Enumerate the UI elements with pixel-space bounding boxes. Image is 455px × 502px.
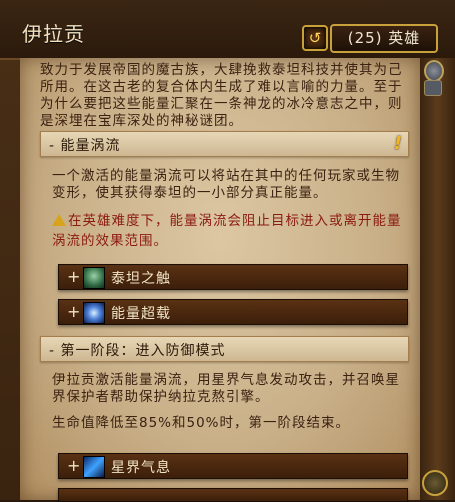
section-body: 伊拉贡激活能量涡流，用星界气息发动攻击，并召唤星界保护者帮助保护纳拉克熬引擎。 bbox=[52, 372, 400, 405]
section-header-phase-one[interactable]: - 第一阶段：进入防御模式 bbox=[40, 336, 409, 362]
ability-name: 能量超载 bbox=[111, 306, 171, 322]
celestial-breath-icon bbox=[83, 456, 105, 478]
warning-text: 在英雄难度下，能量涡流会阻止目标进入或离开能量涡流的效果范围。 bbox=[52, 213, 402, 249]
ability-celestial-breath[interactable]: + 星界气息 bbox=[58, 453, 408, 479]
undo-arrow-icon[interactable]: ↺ bbox=[302, 25, 328, 51]
expand-plus-icon: + bbox=[67, 456, 81, 475]
scroll-up-icon[interactable] bbox=[424, 60, 444, 82]
scrollbar-track[interactable] bbox=[420, 58, 455, 500]
scroll-bottom-icon[interactable] bbox=[422, 470, 448, 496]
section-header-energy-vortex[interactable]: - 能量涡流 ! bbox=[40, 131, 409, 157]
ability-energy-overload[interactable]: + 能量超载 bbox=[58, 299, 408, 325]
section-header-label: - 第一阶段：进入防御模式 bbox=[49, 343, 226, 359]
title-bar: 伊拉贡 ↺ (25) 英雄 bbox=[0, 0, 455, 60]
important-exclamation-icon: ! bbox=[393, 133, 402, 154]
difficulty-dropdown[interactable]: (25) 英雄 bbox=[330, 24, 438, 53]
warning-triangle-icon bbox=[52, 214, 66, 226]
heroic-warning: 在英雄难度下，能量涡流会阻止目标进入或离开能量涡流的效果范围。 bbox=[52, 210, 407, 250]
section-header-label: - 能量涡流 bbox=[49, 138, 121, 154]
expand-plus-icon: + bbox=[67, 267, 81, 286]
ability-titan-touch[interactable]: + 泰坦之触 bbox=[58, 264, 408, 290]
ability-name: 泰坦之触 bbox=[111, 271, 171, 287]
section-body-phase-end: 生命值降低至85%和50%时，第一阶段结束。 bbox=[52, 415, 351, 431]
expand-plus-icon: + bbox=[67, 302, 81, 321]
energy-overload-icon bbox=[83, 302, 105, 324]
encounter-title: 伊拉贡 bbox=[22, 22, 85, 46]
ability-name: 星界气息 bbox=[111, 460, 171, 476]
titan-touch-icon bbox=[83, 267, 105, 289]
section-body: 一个激活的能量涡流可以将站在其中的任何玩家或生物变形，使其获得泰坦的一小部分真正… bbox=[52, 168, 400, 201]
scrollbar-thumb[interactable] bbox=[424, 80, 442, 96]
encounter-description: 致力于发展帝国的魔古族，大肆挽救泰坦科技并使其为己所用。在这古老的复合体内生成了… bbox=[40, 62, 403, 129]
